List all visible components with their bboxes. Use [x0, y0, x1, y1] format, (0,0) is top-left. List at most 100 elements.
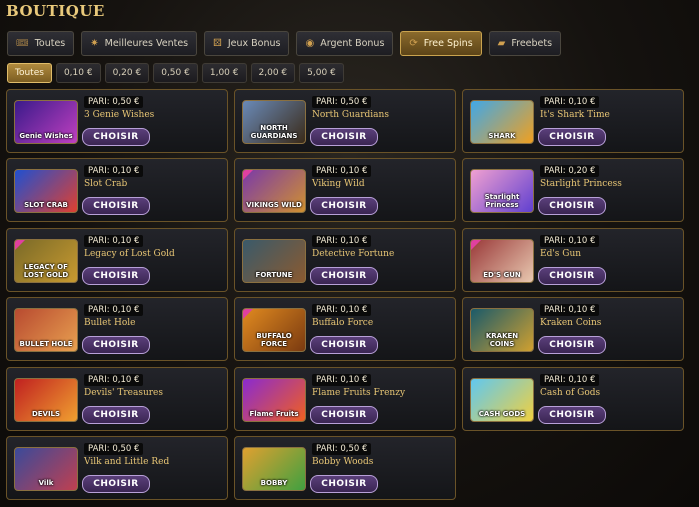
choose-button[interactable]: CHOISIR — [310, 128, 378, 146]
game-thumbnail[interactable]: SHARK — [470, 100, 534, 144]
game-name: Slot Crab — [84, 179, 128, 190]
ticket-icon: 🎟 — [16, 38, 29, 49]
choose-button[interactable]: CHOISIR — [82, 405, 150, 424]
bet-amount-badge: PARI: 0,10 € — [84, 165, 144, 178]
choose-button[interactable]: CHOISIR — [310, 197, 378, 216]
new-badge-icon — [243, 170, 253, 181]
tab-argent-bonus[interactable]: ◉ Argent Bonus — [296, 31, 394, 56]
thumbnail-logo-text: FORTUNE — [255, 270, 293, 279]
bet-amount-badge: PARI: 0,20 € — [540, 165, 600, 178]
game-card: Vilk PARI: 0,50 € Vilk and Little Red CHOIS… — [6, 436, 228, 500]
game-thumbnail[interactable]: CASH GODS — [470, 377, 534, 422]
game-card: VIKINGS WILD PARI: 0,10 € Viking Wild CHOIS… — [234, 158, 456, 223]
category-tabs: 🎟 Toutes ✷ Meilleures Ventes ⚄ Jeux Bonus ◉ Arg… — [7, 31, 568, 56]
game-thumbnail[interactable]: VIKINGS WILD — [242, 169, 306, 214]
bet-filter-chips: Toutes 0,10 €0,20 €0,50 €1,00 €2,00 €5,00… — [7, 63, 348, 83]
choose-button[interactable]: CHOISIR — [82, 128, 150, 146]
game-thumbnail[interactable]: ED'S GUN — [470, 238, 534, 283]
game-name: It's Shark Time — [540, 110, 610, 120]
tab-free-spins[interactable]: ⟳ Free Spins — [400, 31, 482, 56]
thumbnail-logo-text: CASH GODS — [478, 409, 526, 418]
game-thumbnail[interactable]: Genie Wishes — [14, 100, 78, 144]
tab-label: Free Spins — [423, 38, 473, 49]
bet-filter-chip[interactable]: 0,50 € — [153, 63, 198, 83]
thumbnail-logo-text: NORTH GUARDIANS — [250, 124, 298, 140]
spin-icon: ⟳ — [409, 38, 418, 49]
choose-button[interactable]: CHOISIR — [310, 475, 378, 493]
game-card: Genie Wishes PARI: 0,50 € 3 Genie Wishes CH… — [6, 89, 228, 153]
choose-button[interactable]: CHOISIR — [82, 336, 150, 355]
bet-filter-chip[interactable]: 2,00 € — [250, 63, 296, 83]
tab-meilleures-ventes[interactable]: ✷ Meilleures Ventes — [81, 31, 198, 56]
thumbnail-logo-text: LEGACY OF LOST GOLD — [23, 262, 69, 279]
game-card: ED'S GUN PARI: 0,10 € Ed's Gun CHOISIR — [462, 227, 684, 292]
game-name: Devils' Treasures — [84, 387, 163, 398]
bet-amount-badge: PARI: 0,10 € — [312, 234, 372, 247]
game-card: CASH GODS PARI: 0,10 € Cash of Gods CHOISIR — [462, 366, 684, 431]
game-thumbnail[interactable]: Starlight Princess — [470, 169, 534, 214]
game-card: FORTUNE PARI: 0,10 € Detective Fortune CHOI… — [234, 227, 456, 292]
game-name: Kraken Coins — [540, 318, 602, 329]
thumbnail-logo-text: Flame Fruits — [249, 409, 299, 418]
choose-button[interactable]: CHOISIR — [82, 266, 150, 285]
game-thumbnail[interactable]: NORTH GUARDIANS — [242, 100, 306, 144]
bet-amount-badge: PARI: 0,50 € — [312, 96, 372, 108]
choose-button[interactable]: CHOISIR — [538, 336, 606, 355]
game-thumbnail[interactable]: DEVILS — [14, 377, 78, 422]
new-badge-icon — [15, 239, 25, 250]
game-name: 3 Genie Wishes — [84, 110, 155, 120]
choose-button[interactable]: CHOISIR — [82, 197, 150, 216]
game-thumbnail[interactable]: KRAKEN COINS — [470, 308, 534, 353]
bet-amount-badge: PARI: 0,10 € — [540, 234, 600, 247]
thumbnail-logo-text: SHARK — [488, 132, 516, 140]
thumbnail-logo-text: ED'S GUN — [483, 270, 521, 279]
game-thumbnail[interactable]: Flame Fruits — [242, 377, 306, 422]
bet-amount-badge: PARI: 0,10 € — [84, 234, 144, 247]
bet-filter-chip[interactable]: 0,10 € — [55, 63, 101, 83]
game-name: Detective Fortune — [312, 248, 395, 259]
choose-button[interactable]: CHOISIR — [310, 336, 378, 355]
choose-button[interactable]: CHOISIR — [538, 405, 606, 424]
bet-filter-chip[interactable]: 5,00 € — [299, 63, 344, 83]
game-thumbnail[interactable]: FORTUNE — [242, 238, 306, 283]
bet-amount-badge: PARI: 0,50 € — [312, 443, 372, 455]
choose-button[interactable]: CHOISIR — [538, 266, 606, 285]
game-name: Legacy of Lost Gold — [84, 248, 175, 259]
game-thumbnail[interactable]: BOBBY — [242, 447, 306, 491]
thumbnail-logo-text: BOBBY — [260, 479, 288, 487]
game-thumbnail[interactable]: BULLET HOLE — [14, 308, 78, 353]
tab-label: Jeux Bonus — [227, 38, 281, 49]
game-name: Starlight Princess — [540, 179, 622, 190]
tab-freebets[interactable]: ▰ Freebets — [488, 31, 562, 56]
coupon-icon: ▰ — [497, 38, 506, 49]
choose-button[interactable]: CHOISIR — [538, 128, 606, 146]
bet-amount-badge: PARI: 0,50 € — [84, 443, 144, 455]
sparkle-icon: ✷ — [90, 38, 99, 49]
game-thumbnail[interactable]: SLOT CRAB — [14, 169, 78, 214]
thumbnail-logo-text: Starlight Princess — [484, 193, 520, 210]
bet-amount-badge: PARI: 0,10 € — [312, 304, 372, 317]
game-thumbnail[interactable]: LEGACY OF LOST GOLD — [14, 238, 78, 283]
game-card: SLOT CRAB PARI: 0,10 € Slot Crab CHOISIR — [6, 158, 228, 223]
game-name: Viking Wild — [312, 179, 365, 190]
game-name: North Guardians — [312, 110, 389, 120]
tab-toutes[interactable]: 🎟 Toutes — [7, 31, 75, 56]
tab-jeux-bonus[interactable]: ⚄ Jeux Bonus — [204, 31, 290, 56]
thumbnail-logo-text: Vilk — [38, 479, 54, 487]
page-title: BOUTIQUE — [6, 2, 105, 20]
thumbnail-logo-text: Genie Wishes — [19, 132, 73, 140]
game-card: Flame Fruits PARI: 0,10 € Flame Fruits Fre… — [234, 366, 456, 431]
dice-icon: ⚄ — [213, 38, 222, 49]
game-thumbnail[interactable]: Vilk — [14, 447, 78, 491]
choose-button[interactable]: CHOISIR — [538, 197, 606, 216]
choose-button[interactable]: CHOISIR — [82, 475, 150, 493]
bet-filter-chip[interactable]: 1,00 € — [201, 63, 247, 83]
game-name: Cash of Gods — [540, 387, 601, 398]
bet-filter-chip[interactable]: 0,20 € — [104, 63, 150, 83]
bet-filter-chip[interactable]: Toutes — [7, 63, 52, 83]
choose-button[interactable]: CHOISIR — [310, 266, 378, 285]
tab-label: Argent Bonus — [320, 38, 385, 49]
bet-amount-badge: PARI: 0,10 € — [84, 373, 144, 386]
game-thumbnail[interactable]: BUFFALO FORCE — [242, 308, 306, 353]
choose-button[interactable]: CHOISIR — [310, 405, 378, 424]
